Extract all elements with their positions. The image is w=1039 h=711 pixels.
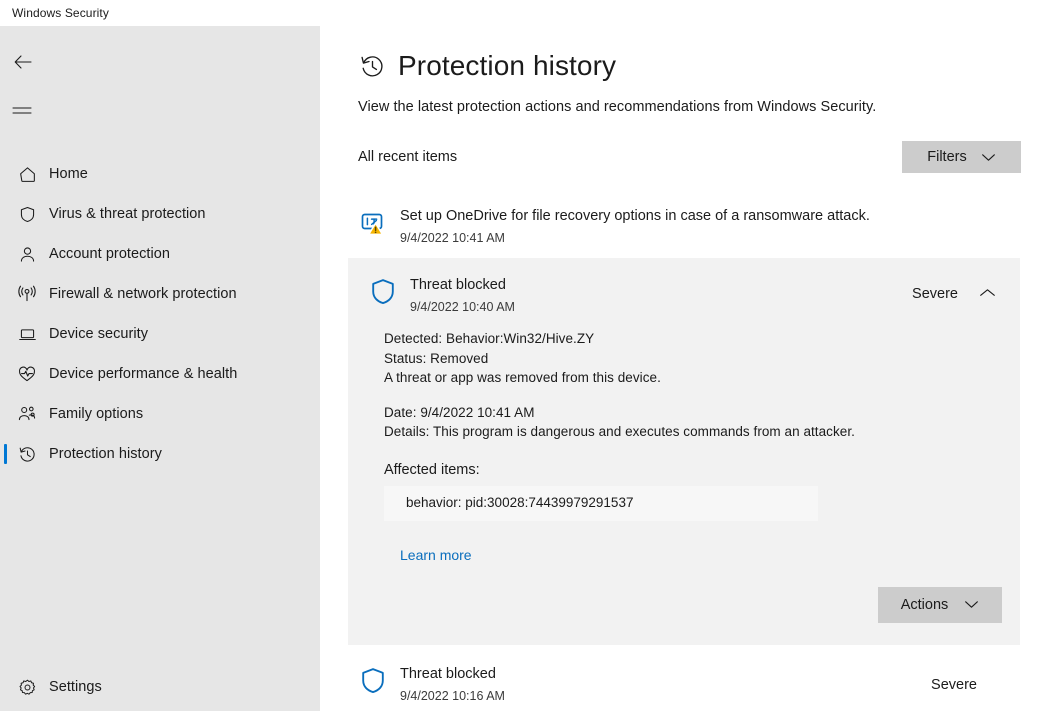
severity-label: Severe [900, 286, 958, 302]
filters-button[interactable]: Filters [902, 141, 1021, 173]
home-icon [14, 165, 40, 184]
sidebar-item-label: Home [49, 166, 88, 182]
onedrive-warning-icon [358, 208, 388, 238]
main-content: Protection history View the latest prote… [320, 26, 1039, 711]
actions-row: Actions [348, 565, 1020, 645]
page-header: Protection history View the latest prote… [320, 26, 1039, 173]
shield-icon [14, 205, 40, 224]
windows-security-app: Windows Security [0, 0, 1039, 711]
sidebar-item-label: Account protection [49, 246, 170, 262]
actions-button-label: Actions [901, 597, 949, 613]
hamburger-icon [12, 105, 32, 119]
sidebar-item-home[interactable]: Home [0, 154, 320, 194]
wifi-signal-icon [14, 284, 40, 304]
history-item-title: Threat blocked [410, 276, 900, 295]
shield-icon [358, 666, 388, 696]
threat-detail-section: Detected: Behavior:Win32/Hive.ZY Status:… [348, 329, 1020, 565]
history-item-timestamp: 9/4/2022 10:40 AM [410, 299, 900, 315]
filters-button-label: Filters [927, 149, 966, 165]
history-item-timestamp: 9/4/2022 10:41 AM [400, 230, 1021, 246]
sidebar-item-device-performance-health[interactable]: Device performance & health [0, 354, 320, 394]
sidebar-item-firewall-network-protection[interactable]: Firewall & network protection [0, 274, 320, 314]
sidebar-item-device-security[interactable]: Device security [0, 314, 320, 354]
sidebar-item-label: Settings [49, 679, 102, 695]
history-clock-icon [358, 52, 386, 80]
sidebar-item-label: Protection history [49, 446, 162, 462]
sidebar-item-label: Family options [49, 406, 143, 422]
title-bar: Windows Security [0, 0, 1039, 26]
history-item-body: Threat blocked 9/4/2022 10:40 AM [410, 276, 900, 315]
back-button[interactable] [0, 44, 48, 80]
chevron-down-icon [981, 153, 996, 162]
sidebar-item-virus-threat-protection[interactable]: Virus & threat protection [0, 194, 320, 234]
sidebar-top-controls [0, 26, 320, 130]
severity-label: Severe [919, 677, 977, 693]
sidebar: Home Virus & threat protection Acco [0, 26, 320, 711]
actions-button[interactable]: Actions [878, 587, 1002, 623]
history-item-title: Set up OneDrive for file recovery option… [400, 207, 1021, 226]
page-title-row: Protection history [358, 50, 1039, 82]
sidebar-item-label: Virus & threat protection [49, 206, 206, 222]
section-header-row: All recent items Filters [358, 141, 1039, 173]
sidebar-item-label: Firewall & network protection [49, 286, 237, 302]
history-item-threat-blocked-collapsed[interactable]: Threat blocked 9/4/2022 10:16 AM Severe [320, 645, 1039, 711]
history-item-threat-blocked-expanded: Threat blocked 9/4/2022 10:40 AM Severe … [348, 258, 1020, 645]
history-list: Set up OneDrive for file recovery option… [320, 195, 1039, 711]
learn-more-link[interactable]: Learn more [400, 547, 472, 563]
history-item-body: Set up OneDrive for file recovery option… [400, 207, 1021, 246]
people-icon [14, 404, 40, 424]
window-title: Windows Security [0, 6, 109, 20]
date-line: Date: 9/4/2022 10:41 AM [384, 403, 1000, 423]
affected-items-heading: Affected items: [384, 462, 1000, 478]
status-description: A threat or app was removed from this de… [384, 368, 1000, 388]
history-item-timestamp: 9/4/2022 10:16 AM [400, 688, 919, 704]
heartbeat-icon [14, 364, 40, 384]
sidebar-item-label: Device security [49, 326, 148, 342]
laptop-icon [14, 325, 40, 344]
sidebar-item-label: Device performance & health [49, 366, 237, 382]
sidebar-item-protection-history[interactable]: Protection history [0, 434, 320, 474]
back-arrow-icon [12, 51, 34, 73]
detected-line: Detected: Behavior:Win32/Hive.ZY [384, 329, 1000, 349]
sidebar-item-account-protection[interactable]: Account protection [0, 234, 320, 274]
section-label: All recent items [358, 149, 457, 165]
sidebar-item-settings[interactable]: Settings [0, 667, 320, 707]
gear-icon [14, 678, 40, 697]
status-line: Status: Removed [384, 349, 1000, 369]
page-title: Protection history [398, 50, 616, 82]
history-clock-icon [14, 445, 40, 464]
history-item-body: Threat blocked 9/4/2022 10:16 AM [400, 665, 919, 704]
history-item-onedrive-recommendation[interactable]: Set up OneDrive for file recovery option… [320, 195, 1039, 258]
history-item-header[interactable]: Threat blocked 9/4/2022 10:40 AM Severe [348, 258, 1020, 329]
person-icon [14, 245, 40, 264]
sidebar-nav-list: Home Virus & threat protection Acco [0, 154, 320, 474]
affected-items-list: behavior: pid:30028:74439979291537 [384, 486, 818, 521]
shield-icon [368, 277, 398, 307]
page-subtitle: View the latest protection actions and r… [358, 99, 1039, 115]
details-line: Details: This program is dangerous and e… [384, 422, 1000, 442]
sidebar-settings-section: Settings [0, 667, 320, 707]
chevron-up-icon[interactable] [972, 288, 1002, 298]
hamburger-menu-button[interactable] [0, 94, 48, 130]
affected-item: behavior: pid:30028:74439979291537 [406, 494, 806, 512]
chevron-down-icon [964, 600, 979, 609]
sidebar-item-family-options[interactable]: Family options [0, 394, 320, 434]
history-item-title: Threat blocked [400, 665, 919, 684]
detail-spacer [384, 388, 1000, 403]
